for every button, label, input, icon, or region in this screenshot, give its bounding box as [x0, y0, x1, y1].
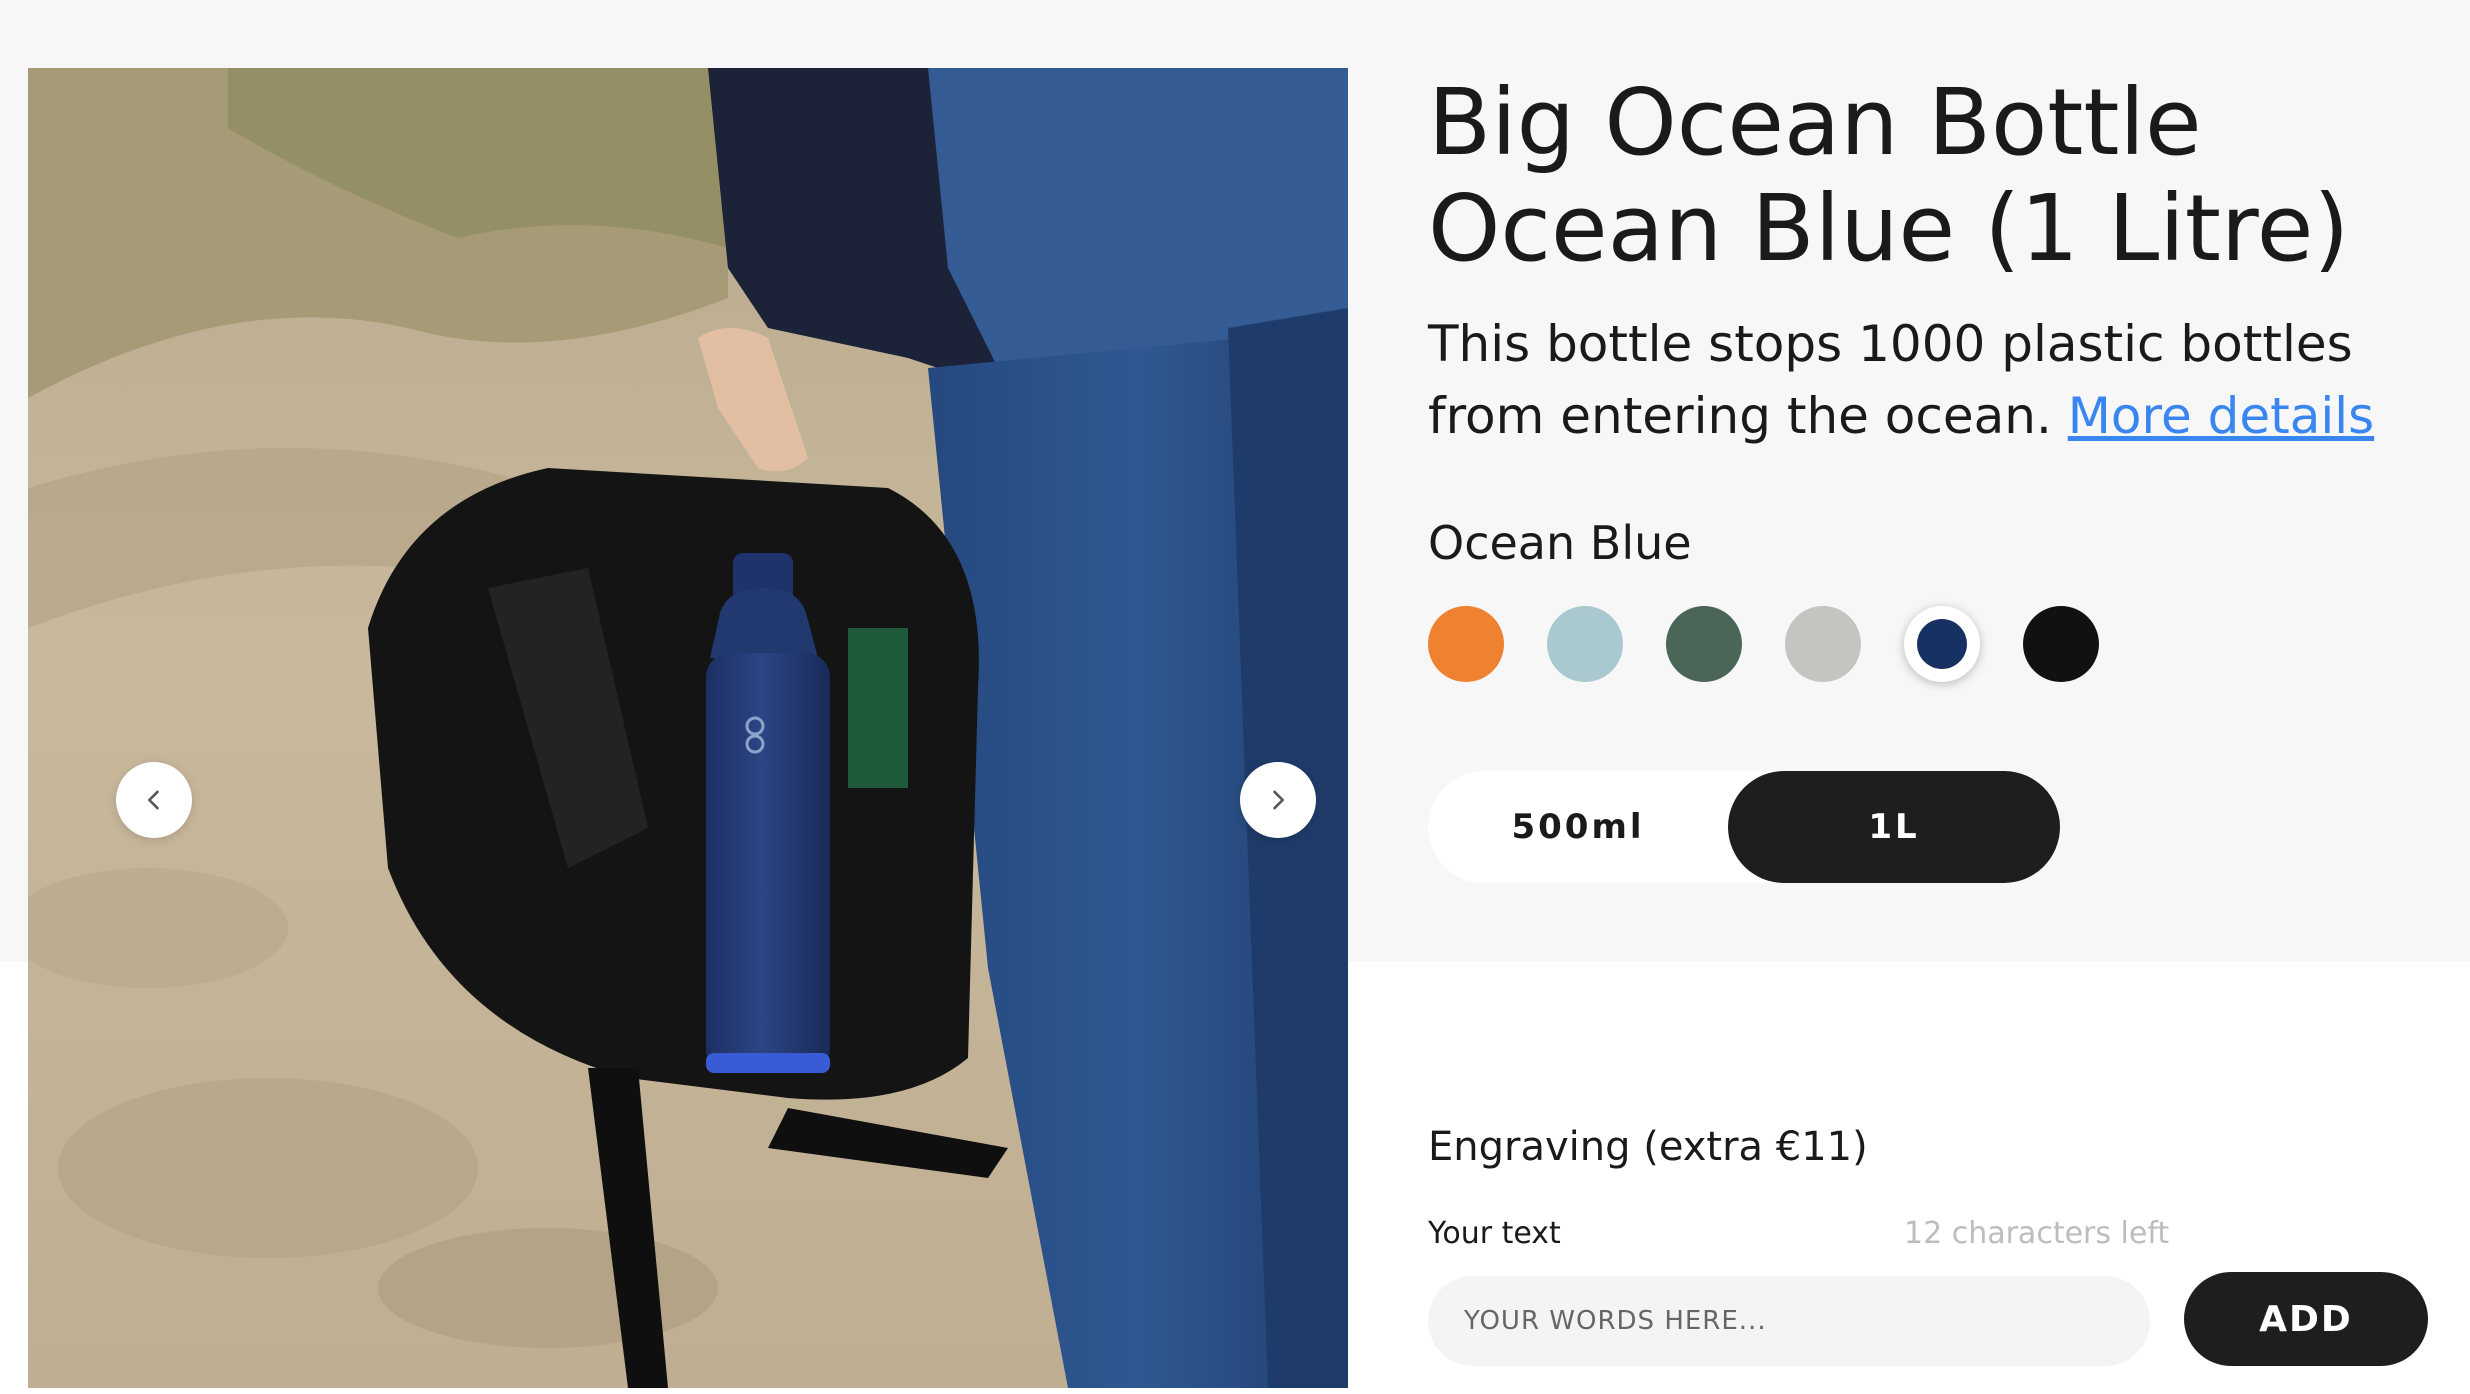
chevron-left-icon [148, 790, 159, 810]
swatch-orange[interactable] [1428, 606, 1504, 682]
selected-color-name: Ocean Blue [1428, 516, 1692, 570]
product-page: Big Ocean Bottle Ocean Blue (1 Litre) Th… [0, 0, 2470, 1394]
swatch-black[interactable] [2023, 606, 2099, 682]
product-title: Big Ocean Bottle Ocean Blue (1 Litre) [1428, 70, 2428, 282]
swatch-forest-green[interactable] [1666, 606, 1742, 682]
size-toggle: 500ml 1L [1428, 771, 2060, 883]
swatch-ocean-blue-dot [1917, 619, 1967, 669]
size-option-1l[interactable]: 1L [1728, 771, 2060, 883]
product-title-line1: Big Ocean Bottle [1428, 69, 2202, 176]
swatch-light-blue[interactable] [1547, 606, 1623, 682]
product-title-line2: Ocean Blue (1 Litre) [1428, 175, 2350, 282]
characters-left-counter: 12 characters left [1904, 1216, 2170, 1251]
swatch-light-grey[interactable] [1785, 606, 1861, 682]
add-engraving-button[interactable]: ADD [2184, 1272, 2428, 1366]
more-details-link[interactable]: More details [2068, 387, 2374, 445]
engraving-title: Engraving (extra €11) [1428, 1124, 1868, 1170]
carousel-prev-button[interactable] [116, 762, 192, 838]
product-description: This bottle stops 1000 plastic bottles f… [1428, 308, 2428, 452]
chevron-right-icon [1273, 790, 1284, 810]
swatch-ocean-blue[interactable] [1904, 606, 1980, 682]
size-option-500ml[interactable]: 500ml [1428, 771, 1728, 883]
engraving-text-label: Your text [1428, 1216, 1561, 1251]
product-info: Big Ocean Bottle Ocean Blue (1 Litre) Th… [1428, 70, 2428, 452]
product-image-gallery[interactable] [28, 68, 1348, 1388]
product-photo [28, 68, 1348, 1388]
color-swatches [1428, 606, 2142, 682]
engraving-text-input[interactable] [1428, 1276, 2150, 1366]
carousel-next-button[interactable] [1240, 762, 1316, 838]
